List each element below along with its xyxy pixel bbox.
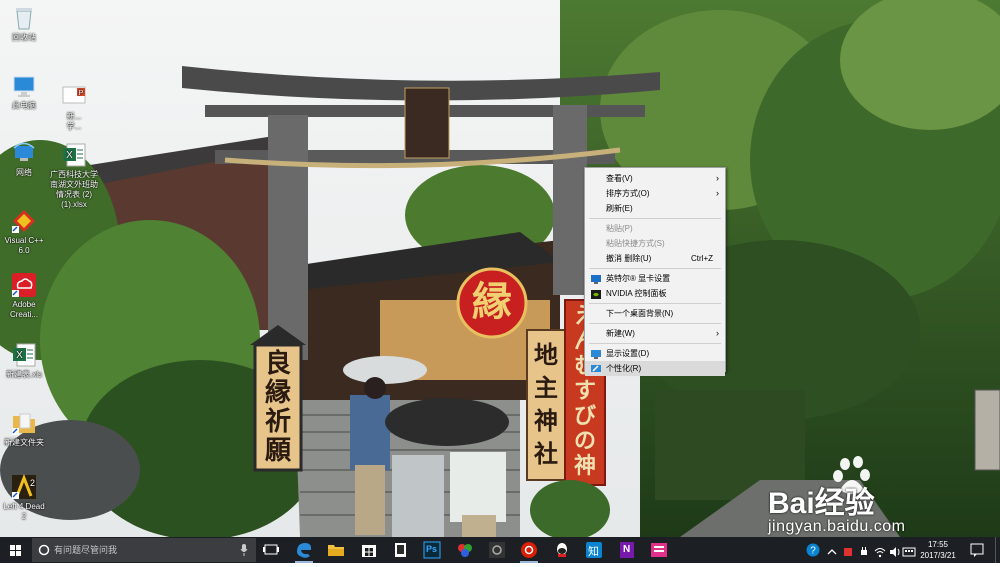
task-view-icon[interactable] [260,539,282,561]
menu-separator [589,323,721,324]
adobe-creative-cloud-icon [11,272,37,298]
menu-item-personalize[interactable]: 个性化(R) [585,361,725,376]
desktop-icon-recycle-bin[interactable]: 回收站 [0,5,55,43]
cortana-search-box[interactable]: 有问题尽管问我 [32,538,256,562]
zhihu-icon[interactable]: 知 [583,539,605,561]
svg-text:2: 2 [30,478,35,488]
desktop-icon-excel-new[interactable]: X 新建表.xls [0,342,55,380]
svg-text:X: X [66,150,73,161]
microphone-icon[interactable] [240,544,248,556]
onenote-label: N [623,544,631,555]
powerpoint-file-icon: P [61,84,87,110]
intel-graphics-icon [591,274,601,284]
wifi-icon[interactable] [874,543,886,558]
tray-app-icon[interactable] [842,543,854,556]
excel-file-icon: X [11,342,37,368]
svg-text:P: P [79,90,84,97]
qq-icon[interactable] [551,539,573,561]
zhihu-label: 知 [588,545,599,558]
excel-file-icon: X [61,142,87,168]
menu-item-paste-shortcut: 粘贴快捷方式(S) [606,239,665,248]
start-button[interactable] [0,537,32,563]
cortana-icon [38,544,50,556]
shrine-sign-kanji: 縁 [472,278,512,325]
desktop-icon-left4dead2[interactable]: 2 Left 4 Dead 2 [0,473,55,522]
menu-separator [589,343,721,344]
computer-icon [11,73,37,99]
kindle-icon[interactable] [389,539,411,561]
baidu-jingyan-watermark: Bai经验 jingyan.baidu.com [768,456,968,536]
shrine-banner-text: 地主神社 [534,340,558,468]
menu-item-intel-graphics[interactable]: 英特尔® 显卡设置 [585,271,725,286]
menu-separator [589,303,721,304]
menu-item-paste: 粘贴(P) [606,224,633,233]
camera-app-icon[interactable] [486,539,508,561]
show-desktop-button[interactable] [995,537,1000,563]
svg-text:X: X [16,350,23,361]
left4dead2-icon: 2 [11,473,37,500]
volume-icon[interactable] [889,543,901,557]
watermark-url: jingyan.baidu.com [768,518,906,535]
desktop-icon-adobe-cc[interactable]: Adobe Creati... [0,272,55,320]
photoshop-icon[interactable]: Ps [421,539,443,561]
taskbar-clock[interactable]: 17:55 2017/3/21 [914,539,962,561]
submenu-arrow-icon: › [716,173,719,183]
menu-item-view[interactable]: 查看(V) › [585,171,725,186]
svg-text:?: ? [810,546,816,557]
watermark-brand: Bai经验 [768,487,875,520]
desktop-icon-visual-cpp[interactable]: Visual C++ 6.0 [0,208,55,256]
windows-logo-icon [10,545,21,556]
display-settings-icon [591,349,601,359]
search-placeholder: 有问题尽管问我 [54,545,118,555]
edge-icon[interactable] [293,539,315,563]
desktop-context-menu: 查看(V) › 排序方式(O) › 刷新(E) 粘贴(P) 粘贴快捷方式(S) … [584,167,726,376]
power-plug-icon[interactable] [858,543,870,555]
network-icon [11,140,37,166]
menu-separator [589,218,721,219]
netease-music-icon[interactable] [518,539,540,563]
menu-item-display-settings[interactable]: 显示设置(D) [585,346,725,361]
menu-item-refresh[interactable]: 刷新(E) [585,201,725,216]
tray-overflow-chevron-icon[interactable] [826,543,838,555]
recycle-bin-icon [11,5,37,31]
menu-item-next-background[interactable]: 下一个桌面背景(N) [585,306,725,321]
submenu-arrow-icon: › [716,328,719,338]
clock-date: 2017/3/21 [920,551,956,560]
clock-time: 17:55 [927,540,949,549]
visual-cpp-icon [11,208,37,234]
action-center-icon[interactable] [968,541,986,559]
reader-app-icon[interactable] [648,539,670,561]
lantern-text: 良縁祈願 [264,349,291,466]
nvidia-icon [591,289,601,299]
desktop-icon-excel-report[interactable]: X 广西科技大学 南湖文外班助 情况表 (2) (1).xlsx [43,142,105,210]
folder-icon [11,410,37,436]
file-explorer-icon[interactable] [325,539,347,561]
menu-separator [589,268,721,269]
submenu-arrow-icon: › [716,188,719,198]
photoshop-label: Ps [426,544,438,554]
menu-item-undo-delete[interactable]: 撤消 删除(U) Ctrl+Z [585,251,725,266]
menu-item-new[interactable]: 新建(W) › [585,326,725,341]
taskbar: 有问题尽管问我 Ps 知 N ? 17:55 2017/3/21 [0,537,1000,563]
store-icon[interactable] [358,539,380,561]
help-icon[interactable]: ? [806,542,820,557]
onenote-icon[interactable]: N [616,539,638,561]
paint-app-icon[interactable] [454,539,476,561]
desktop-icon-new-folder[interactable]: 新建文件夹 [0,410,55,448]
menu-item-nvidia[interactable]: NVIDIA 控制面板 [585,286,725,301]
personalize-icon [591,364,601,373]
menu-item-sort-by[interactable]: 排序方式(O) › [585,186,725,201]
desktop-icon-ppt[interactable]: P 新... 学... [43,84,105,132]
undo-shortcut: Ctrl+Z [691,254,713,263]
